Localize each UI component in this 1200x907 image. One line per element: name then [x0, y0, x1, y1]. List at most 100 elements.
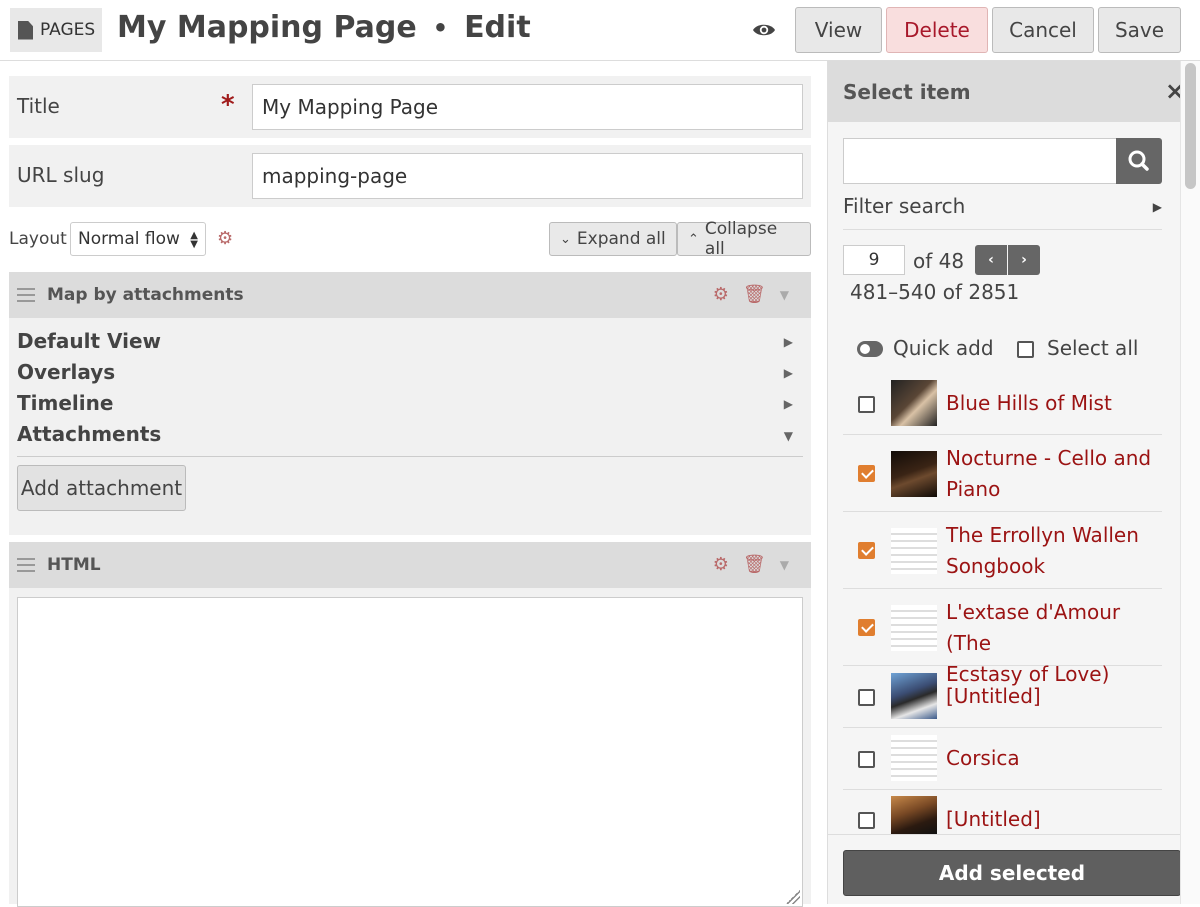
prev-page-button[interactable]: ‹ [975, 245, 1007, 275]
layout-label: Layout [9, 229, 67, 249]
item-title-line: L'extase d'Amour (The [946, 600, 1121, 655]
layout-row: Layout Normal flow ▲ ▼ ⚙ ⌄ Expand all ⌃ C… [9, 219, 811, 259]
delete-button[interactable]: Delete [886, 7, 988, 53]
item-thumbnail [891, 528, 937, 574]
item-checkbox[interactable] [858, 396, 875, 413]
caret-down-icon[interactable]: ▼ [780, 558, 789, 572]
list-item[interactable]: [Untitled] [843, 666, 1162, 728]
section-label: Overlays [17, 360, 116, 384]
select-all-checkbox[interactable] [1017, 341, 1034, 358]
map-block-body: Default View ▶ Overlays ▶ Timeline ▶ Att… [9, 318, 811, 535]
item-thumbnail [891, 673, 937, 719]
section-timeline[interactable]: Timeline ▶ [17, 391, 803, 419]
item-checkbox[interactable] [858, 751, 875, 768]
trash-icon[interactable]: 🗑 [743, 284, 766, 305]
page-title: My Mapping Page • Edit [117, 10, 531, 45]
filter-search-label: Filter search [843, 194, 966, 218]
select-all-label: Select all [1047, 336, 1139, 360]
map-block-actions: ⚙ 🗑 ▼ [713, 284, 789, 305]
layout-select[interactable]: Normal flow ▲ ▼ [70, 222, 206, 256]
view-button[interactable]: View [795, 7, 882, 53]
item-title: [Untitled] [946, 684, 1041, 708]
quick-add-toggle[interactable] [857, 341, 883, 357]
map-block-title: Map by attachments [47, 285, 244, 305]
top-bar: PAGES My Mapping Page • Edit View Delete… [0, 0, 1200, 61]
slug-field-row: URL slug mapping-page [9, 145, 811, 207]
item-checkbox[interactable] [858, 619, 875, 636]
item-checkbox[interactable] [858, 689, 875, 706]
required-marker: * [221, 90, 235, 120]
trash-icon[interactable]: 🗑 [743, 554, 766, 575]
html-block-header[interactable]: HTML ⚙ 🗑 ▼ [9, 542, 811, 588]
html-block-actions: ⚙ 🗑 ▼ [713, 554, 789, 575]
pages-breadcrumb[interactable]: PAGES [10, 8, 102, 52]
item-title-line: The Errollyn Wallen [946, 523, 1139, 547]
caret-right-icon: ▶ [783, 366, 793, 380]
section-label: Attachments [17, 422, 162, 446]
select-arrows-icon: ▲ ▼ [190, 230, 198, 250]
search-input[interactable] [843, 138, 1117, 184]
panel-scrollbar[interactable] [1180, 61, 1200, 904]
search-button[interactable] [1116, 138, 1162, 184]
item-checkbox[interactable] [858, 465, 875, 482]
caret-right-icon: ▶ [783, 335, 793, 349]
section-attachments[interactable]: Attachments ▼ [17, 422, 803, 457]
caret-right-icon: ▶ [1152, 200, 1162, 214]
drag-handle-icon[interactable] [17, 558, 35, 572]
page-title-text: My Mapping Page [117, 10, 417, 45]
pages-label: PAGES [40, 20, 96, 40]
block-settings-icon[interactable]: ⚙ [713, 554, 729, 575]
caret-down-icon[interactable]: ▼ [780, 288, 789, 302]
add-selected-button[interactable]: Add selected [843, 850, 1181, 896]
section-label: Timeline [17, 391, 114, 415]
title-label: Title [17, 94, 60, 118]
add-attachment-button[interactable]: Add attachment [17, 465, 186, 511]
page-count: of 48 [913, 249, 965, 273]
list-item[interactable]: Nocturne - Cello and Piano [843, 435, 1162, 512]
quick-add-label: Quick add [893, 336, 994, 360]
section-overlays[interactable]: Overlays ▶ [17, 360, 803, 388]
layout-select-value: Normal flow [78, 229, 180, 249]
slug-input[interactable]: mapping-page [252, 153, 803, 199]
list-item[interactable]: Corsica [843, 728, 1162, 790]
section-default-view[interactable]: Default View ▶ [17, 329, 803, 357]
filter-search-toggle[interactable]: Filter search ▶ [843, 194, 1162, 230]
resize-grip-icon[interactable] [786, 890, 800, 904]
quick-add-row: Quick add Select all [857, 336, 1157, 364]
title-separator: • [432, 13, 449, 42]
page-number-input[interactable]: 9 [843, 245, 905, 275]
document-icon [18, 20, 33, 40]
item-thumbnail [891, 380, 937, 426]
panel-header: Select item × [828, 61, 1185, 122]
caret-right-icon: ▶ [783, 397, 793, 411]
eye-icon[interactable] [752, 21, 776, 39]
list-item[interactable]: The Errollyn Wallen Songbook [843, 512, 1162, 589]
list-item[interactable]: L'extase d'Amour (The Ecstasy of Love) [843, 589, 1162, 686]
item-thumbnail [891, 451, 937, 497]
cancel-button[interactable]: Cancel [992, 7, 1094, 53]
double-chevron-down-icon: ⌄ [560, 231, 571, 247]
collapse-all-button[interactable]: ⌃ Collapse all [677, 219, 811, 259]
drag-handle-icon[interactable] [17, 288, 35, 302]
save-button[interactable]: Save [1098, 7, 1181, 53]
title-input[interactable]: My Mapping Page [252, 84, 803, 130]
item-thumbnail [891, 796, 937, 834]
item-checkbox[interactable] [858, 542, 875, 559]
select-item-panel: Select item × Filter search ▶ 9 of 48 ‹ … [827, 61, 1185, 904]
caret-down-icon: ▼ [783, 429, 793, 443]
next-page-button[interactable]: › [1008, 245, 1040, 275]
item-title: Corsica [946, 746, 1020, 770]
list-item[interactable]: Blue Hills of Mist [843, 372, 1162, 435]
html-block-title: HTML [47, 555, 101, 575]
search-icon [1128, 150, 1149, 171]
html-textarea[interactable] [17, 597, 803, 907]
expand-all-button[interactable]: ⌄ Expand all [549, 222, 677, 256]
map-block-header[interactable]: Map by attachments ⚙ 🗑 ▼ [9, 272, 811, 318]
scrollbar-thumb[interactable] [1185, 63, 1196, 189]
list-item[interactable]: [Untitled] [843, 790, 1162, 835]
block-settings-icon[interactable]: ⚙ [713, 284, 729, 305]
layout-settings-icon[interactable]: ⚙ [217, 228, 241, 249]
item-checkbox[interactable] [858, 812, 875, 829]
chevron-right-icon: › [1021, 252, 1027, 268]
expand-all-label: Expand all [576, 229, 666, 249]
